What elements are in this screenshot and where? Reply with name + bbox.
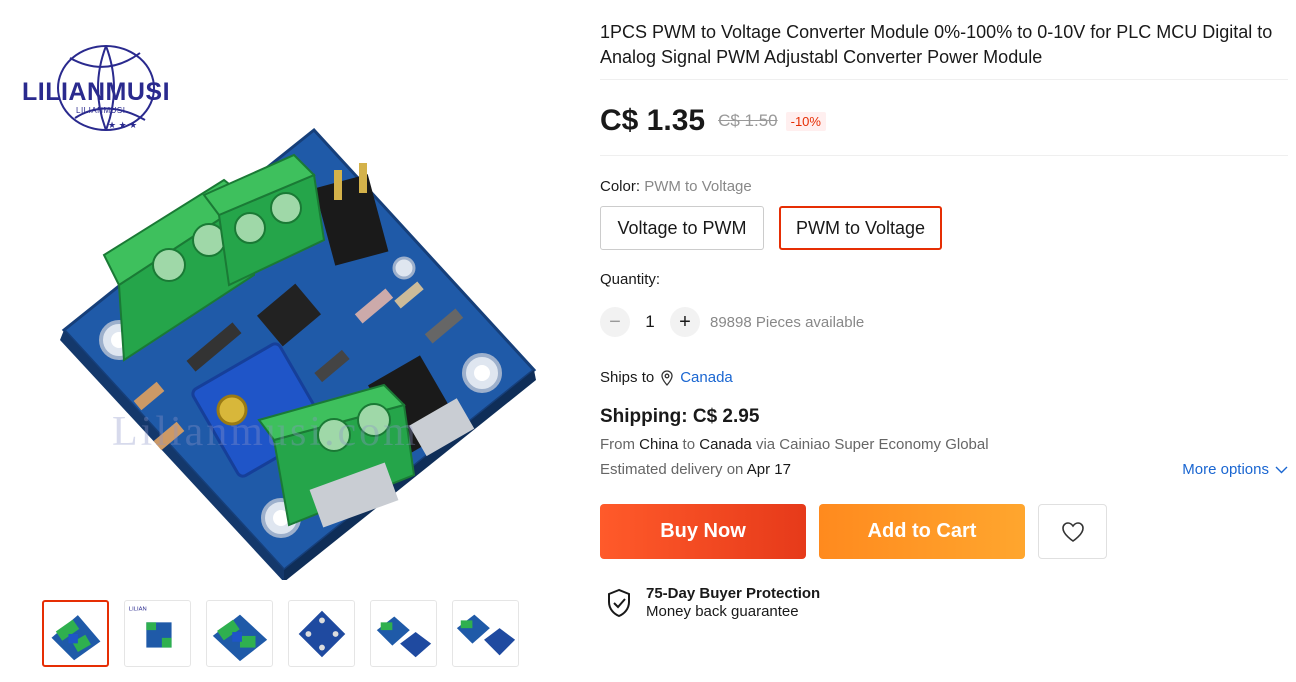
more-options-link[interactable]: More options bbox=[1182, 461, 1288, 478]
buyer-protection: 75-Day Buyer Protection Money back guara… bbox=[606, 585, 820, 620]
chevron-down-icon bbox=[1275, 466, 1288, 473]
svg-text:★ ★ ★: ★ ★ ★ bbox=[108, 120, 137, 130]
variant-option-voltage-to-pwm[interactable]: Voltage to PWM bbox=[600, 206, 764, 250]
thumbnail-3[interactable] bbox=[206, 600, 273, 667]
thumbnail-6[interactable] bbox=[452, 600, 519, 667]
location-pin-icon bbox=[661, 369, 673, 386]
variant-label: Color: PWM to Voltage bbox=[600, 178, 752, 195]
divider bbox=[600, 79, 1288, 80]
ships-to-country-link[interactable]: Canada bbox=[680, 369, 733, 386]
buyer-protection-title: 75-Day Buyer Protection bbox=[646, 585, 821, 602]
thumbnail-5[interactable] bbox=[370, 600, 437, 667]
quantity-increase-button[interactable]: + bbox=[670, 307, 700, 337]
shipping-to-country: Canada bbox=[699, 436, 752, 453]
delivery-label: Estimated delivery on bbox=[600, 461, 744, 478]
buy-now-button[interactable]: Buy Now bbox=[600, 504, 806, 559]
quantity-available: 89898 Pieces available bbox=[710, 314, 865, 331]
estimated-delivery: Estimated delivery on Apr 17 bbox=[600, 461, 791, 478]
heart-icon bbox=[1061, 521, 1084, 542]
quantity-value[interactable]: 1 bbox=[640, 312, 660, 332]
svg-text:LILIAN: LILIAN bbox=[129, 607, 147, 613]
quantity-label: Quantity: bbox=[600, 271, 661, 288]
variant-option-pwm-to-voltage[interactable]: PWM to Voltage bbox=[779, 206, 942, 250]
wishlist-button[interactable] bbox=[1038, 504, 1107, 559]
variant-label-text: Color: bbox=[600, 178, 645, 195]
ships-to-row: Ships to Canada bbox=[600, 369, 733, 386]
current-price: C$ 1.35 bbox=[600, 104, 706, 137]
shipping-carrier: via Cainiao Super Economy Global bbox=[755, 436, 989, 453]
price-row: C$ 1.35 C$ 1.50 -10% bbox=[600, 104, 826, 138]
thumbnail-1[interactable] bbox=[42, 600, 109, 667]
divider bbox=[600, 155, 1288, 156]
discount-badge: -10% bbox=[785, 111, 826, 131]
ships-to-label: Ships to bbox=[600, 369, 655, 386]
product-title: 1PCS PWM to Voltage Converter Module 0%-… bbox=[600, 22, 1273, 67]
quantity-decrease-button[interactable]: − bbox=[600, 307, 630, 337]
thumbnail-strip: LILIAN bbox=[42, 600, 519, 667]
shipping-cost: Shipping: C$ 2.95 bbox=[600, 406, 760, 427]
shipping-from-country: China bbox=[639, 436, 679, 453]
more-options-label: More options bbox=[1182, 461, 1269, 478]
shipping-route: From China to Canada via Cainiao Super E… bbox=[600, 436, 989, 453]
variant-selected-value: PWM to Voltage bbox=[644, 178, 752, 195]
image-watermark: Lilianmusi.com bbox=[112, 409, 419, 455]
brand-logo-text: LILIANMUSI bbox=[22, 78, 171, 106]
brand-logo: ★ ★ ★ LILIANMUSI LILIANMUSI bbox=[20, 38, 182, 138]
shield-check-icon bbox=[608, 588, 630, 618]
thumbnail-2[interactable]: LILIAN bbox=[124, 600, 191, 667]
brand-logo-subtext: LILIANMUSI bbox=[76, 106, 126, 115]
product-gallery: ★ ★ ★ LILIANMUSI LILIANMUSI Lilianmusi.c… bbox=[0, 0, 560, 682]
buyer-protection-text: 75-Day Buyer Protection Money back guara… bbox=[646, 585, 820, 620]
buyer-protection-subtitle: Money back guarantee bbox=[646, 603, 799, 620]
thumbnail-4[interactable] bbox=[288, 600, 355, 667]
add-to-cart-button[interactable]: Add to Cart bbox=[819, 504, 1025, 559]
original-price: C$ 1.50 bbox=[718, 111, 778, 130]
shipping-from-word: From bbox=[600, 436, 635, 453]
shipping-to-word: to bbox=[682, 436, 696, 453]
delivery-date: Apr 17 bbox=[746, 461, 791, 478]
